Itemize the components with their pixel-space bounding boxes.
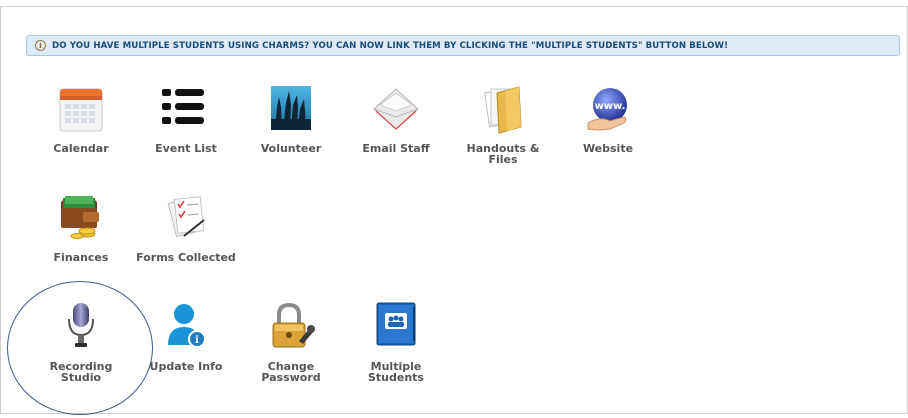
- microphone-icon: [53, 301, 109, 357]
- change-password-tile[interactable]: Change Password: [241, 301, 341, 383]
- handouts-files-tile[interactable]: Handouts & Files: [451, 83, 555, 165]
- info-banner: i DO YOU HAVE MULTIPLE STUDENTS USING CH…: [26, 35, 900, 56]
- recording-studio-tile[interactable]: Recording Studio: [31, 301, 131, 383]
- volunteer-label: Volunteer: [260, 142, 322, 155]
- email-staff-tile[interactable]: Email Staff: [346, 83, 446, 154]
- forms-icon: [158, 192, 214, 248]
- website-label: Website: [582, 142, 634, 155]
- multiple-students-icon: [368, 301, 424, 357]
- event-list-label: Event List: [155, 142, 217, 155]
- multiple-students-label: Multiple Students: [368, 360, 424, 384]
- svg-text:www.: www.: [595, 101, 626, 112]
- volunteer-icon: [263, 83, 319, 139]
- info-banner-text: DO YOU HAVE MULTIPLE STUDENTS USING CHAR…: [52, 40, 729, 51]
- finances-label: Finances: [53, 251, 109, 264]
- website-tile[interactable]: www. Website: [558, 83, 658, 154]
- update-info-label: Update Info: [149, 360, 223, 373]
- handouts-files-label: Handouts & Files: [466, 142, 540, 166]
- forms-collected-label: Forms Collected: [136, 251, 236, 264]
- multiple-students-tile[interactable]: Multiple Students: [346, 301, 446, 383]
- update-info-tile[interactable]: i Update Info: [136, 301, 236, 372]
- svg-text:i: i: [195, 335, 199, 346]
- padlock-icon: [263, 301, 319, 357]
- calendar-tile[interactable]: Calendar: [31, 83, 131, 154]
- finances-tile[interactable]: Finances: [31, 192, 131, 263]
- wallet-icon: [53, 192, 109, 248]
- event-list-icon: [158, 83, 214, 139]
- event-list-tile[interactable]: Event List: [136, 83, 236, 154]
- calendar-icon: [53, 83, 109, 139]
- info-icon: i: [35, 40, 46, 51]
- recording-studio-label: Recording Studio: [49, 360, 113, 384]
- folder-icon: [475, 83, 531, 139]
- volunteer-tile[interactable]: Volunteer: [241, 83, 341, 154]
- calendar-label: Calendar: [53, 142, 109, 155]
- email-staff-label: Email Staff: [362, 142, 430, 155]
- user-info-icon: i: [158, 301, 214, 357]
- email-icon: [368, 83, 424, 139]
- forms-collected-tile[interactable]: Forms Collected: [136, 192, 236, 263]
- globe-icon: www.: [580, 83, 636, 139]
- change-password-label: Change Password: [261, 360, 321, 384]
